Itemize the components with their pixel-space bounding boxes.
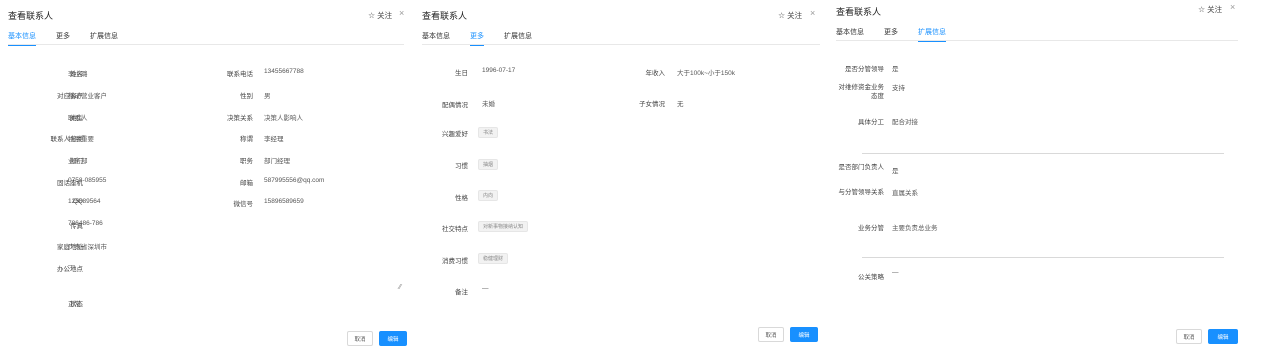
close-icon[interactable]: ×	[810, 8, 815, 18]
personality-tag: 内向	[478, 190, 499, 201]
panel-title: 查看联系人	[8, 11, 54, 21]
follow-label: 关注	[377, 11, 393, 20]
income-label: 年收入	[645, 70, 666, 77]
field-value: 业务部	[68, 158, 88, 165]
social-label: 社交特点	[442, 226, 468, 233]
spouse-label: 配偶情况	[442, 102, 468, 109]
tab-more[interactable]: 更多	[56, 31, 70, 45]
tab-bar: 基本信息 更多 扩展信息	[836, 27, 1238, 42]
field-value: 移动营业客户	[68, 93, 107, 100]
field-value: 786486-786	[68, 220, 103, 227]
panel-title: 查看联系人	[836, 7, 882, 17]
close-icon[interactable]: ×	[1230, 2, 1235, 12]
habit-tag: 抽烟	[478, 159, 499, 170]
field-value: 支持	[892, 85, 905, 92]
field-value: —	[892, 269, 899, 276]
follow-button[interactable]: ☆ 关注	[368, 10, 392, 21]
field-value: 587995556@qq.com	[264, 177, 325, 184]
tab-bar: 基本信息 更多 扩展信息	[8, 31, 404, 46]
field-value: 配合对接	[892, 119, 918, 126]
field-label: 是否分管领导	[845, 66, 884, 73]
personality-label: 性格	[455, 195, 468, 202]
cancel-button[interactable]: 取消	[347, 331, 373, 346]
edit-button[interactable]: 编辑	[1208, 329, 1238, 344]
divider	[862, 153, 1224, 154]
income-value: 大于100k~小于150k	[677, 70, 735, 77]
follow-label: 关注	[787, 11, 803, 20]
children-value: 无	[677, 101, 684, 108]
field-label: 邮箱	[240, 180, 253, 187]
edit-button[interactable]: 编辑	[790, 327, 818, 342]
contact-panel-extended: 查看联系人 ☆ 关注 × 基本信息 更多 扩展信息 是否分管领导 是 对维修资金…	[832, 0, 1242, 360]
field-value: 直属关系	[892, 190, 918, 197]
field-label: 公关策略	[858, 274, 884, 281]
edit-button[interactable]: 编辑	[379, 331, 407, 346]
habit-label: 习惯	[455, 163, 468, 170]
social-tag: 对新事物接纳认知	[478, 221, 529, 232]
field-value: 0758-085955	[68, 177, 107, 184]
field-label: 性别	[240, 93, 253, 100]
contact-panel-basic: 查看联系人 ☆ 关注 × 基本信息 更多 扩展信息 姓名 李小璐 对应客户 移动…	[0, 0, 412, 360]
tab-more[interactable]: 更多	[470, 31, 484, 46]
note-label: 备注	[455, 289, 468, 296]
note-value: —	[482, 285, 489, 292]
tab-more[interactable]: 更多	[884, 27, 898, 41]
field-value: 男	[264, 93, 271, 100]
field-value: 特别重要	[68, 136, 94, 143]
field-label: 与分管领导关系	[838, 189, 885, 196]
field-value: 是	[892, 168, 899, 175]
birthday-value: 1996-07-17	[482, 67, 516, 74]
consumption-tag: 稳健理财	[478, 253, 509, 264]
follow-label: 关注	[1207, 5, 1223, 14]
birthday-label: 生日	[455, 70, 468, 77]
field-label: 决策关系	[227, 115, 253, 122]
tab-extended-info[interactable]: 扩展信息	[918, 27, 946, 42]
cancel-button[interactable]: 取消	[1176, 329, 1202, 344]
field-label: 职务	[240, 158, 253, 165]
consumption-label: 消费习惯	[442, 258, 468, 265]
field-label: 是否部门负责人	[838, 164, 885, 171]
contact-panel-more: 查看联系人 ☆ 关注 × 基本信息 更多 扩展信息 生日 1996-07-17 …	[416, 0, 824, 360]
status-value: 正常	[68, 301, 81, 308]
star-icon: ☆	[1198, 5, 1206, 14]
field-value: 15896589659	[264, 198, 304, 205]
field-value: 是	[892, 66, 899, 73]
children-label: 子女情况	[639, 101, 665, 108]
field-label: 业务分管	[858, 225, 884, 232]
field-label: 微信号	[233, 201, 254, 208]
star-icon: ☆	[778, 11, 786, 20]
field-value: 联系人	[68, 115, 88, 122]
hobby-tag: 书法	[478, 127, 499, 138]
field-label: 对维修资金业务态度	[838, 84, 885, 100]
field-value: 13455667788	[264, 68, 304, 75]
tab-extended-info[interactable]: 扩展信息	[504, 31, 532, 45]
field-value: 李经理	[264, 136, 284, 143]
tab-bar: 基本信息 更多 扩展信息	[422, 31, 820, 46]
field-value: 广东省深圳市	[68, 244, 107, 251]
hobby-label: 兴趣爱好	[442, 131, 468, 138]
field-value: 125689564	[68, 198, 101, 205]
follow-button[interactable]: ☆ 关注	[1198, 4, 1222, 15]
tab-basic-info[interactable]: 基本信息	[422, 31, 450, 45]
spouse-value: 未婚	[482, 101, 495, 108]
follow-button[interactable]: ☆ 关注	[778, 10, 802, 21]
field-value: 主要负责总业务	[892, 225, 938, 232]
panel-title: 查看联系人	[422, 11, 468, 21]
field-label: 联系电话	[227, 71, 253, 78]
divider	[862, 257, 1224, 258]
field-value: —	[68, 262, 75, 269]
tab-extended-info[interactable]: 扩展信息	[90, 31, 118, 45]
tab-basic-info[interactable]: 基本信息	[8, 31, 36, 46]
field-label: 称谓	[240, 136, 253, 143]
field-value: 部门经理	[264, 158, 290, 165]
field-value: 决策人影响人	[264, 115, 303, 122]
tab-basic-info[interactable]: 基本信息	[836, 27, 864, 41]
resize-handle-icon[interactable]: ⁄⁄	[399, 284, 401, 291]
close-icon[interactable]: ×	[399, 8, 404, 18]
cancel-button[interactable]: 取消	[758, 327, 784, 342]
star-icon: ☆	[368, 11, 376, 20]
field-value: 李小璐	[68, 71, 88, 78]
field-label: 具体分工	[858, 119, 884, 126]
